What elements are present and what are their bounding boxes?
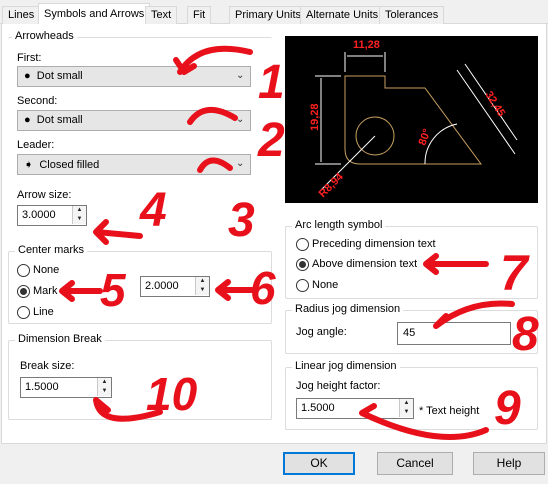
annotation-3: 3 — [228, 194, 255, 247]
annotation-7: 7 — [500, 245, 530, 301]
annotation-8: 8 — [512, 308, 539, 361]
annotation-10: 10 — [146, 368, 198, 420]
annotation-9: 9 — [494, 382, 521, 435]
annotation-overlay: 1 2 3 4 5 6 7 8 9 10 — [59, 45, 539, 440]
annotation-1: 1 — [258, 56, 285, 109]
annotation-2: 2 — [257, 114, 285, 167]
annotation-5: 5 — [100, 264, 127, 316]
annotation-6: 6 — [250, 262, 276, 314]
annotation-4: 4 — [139, 184, 167, 237]
